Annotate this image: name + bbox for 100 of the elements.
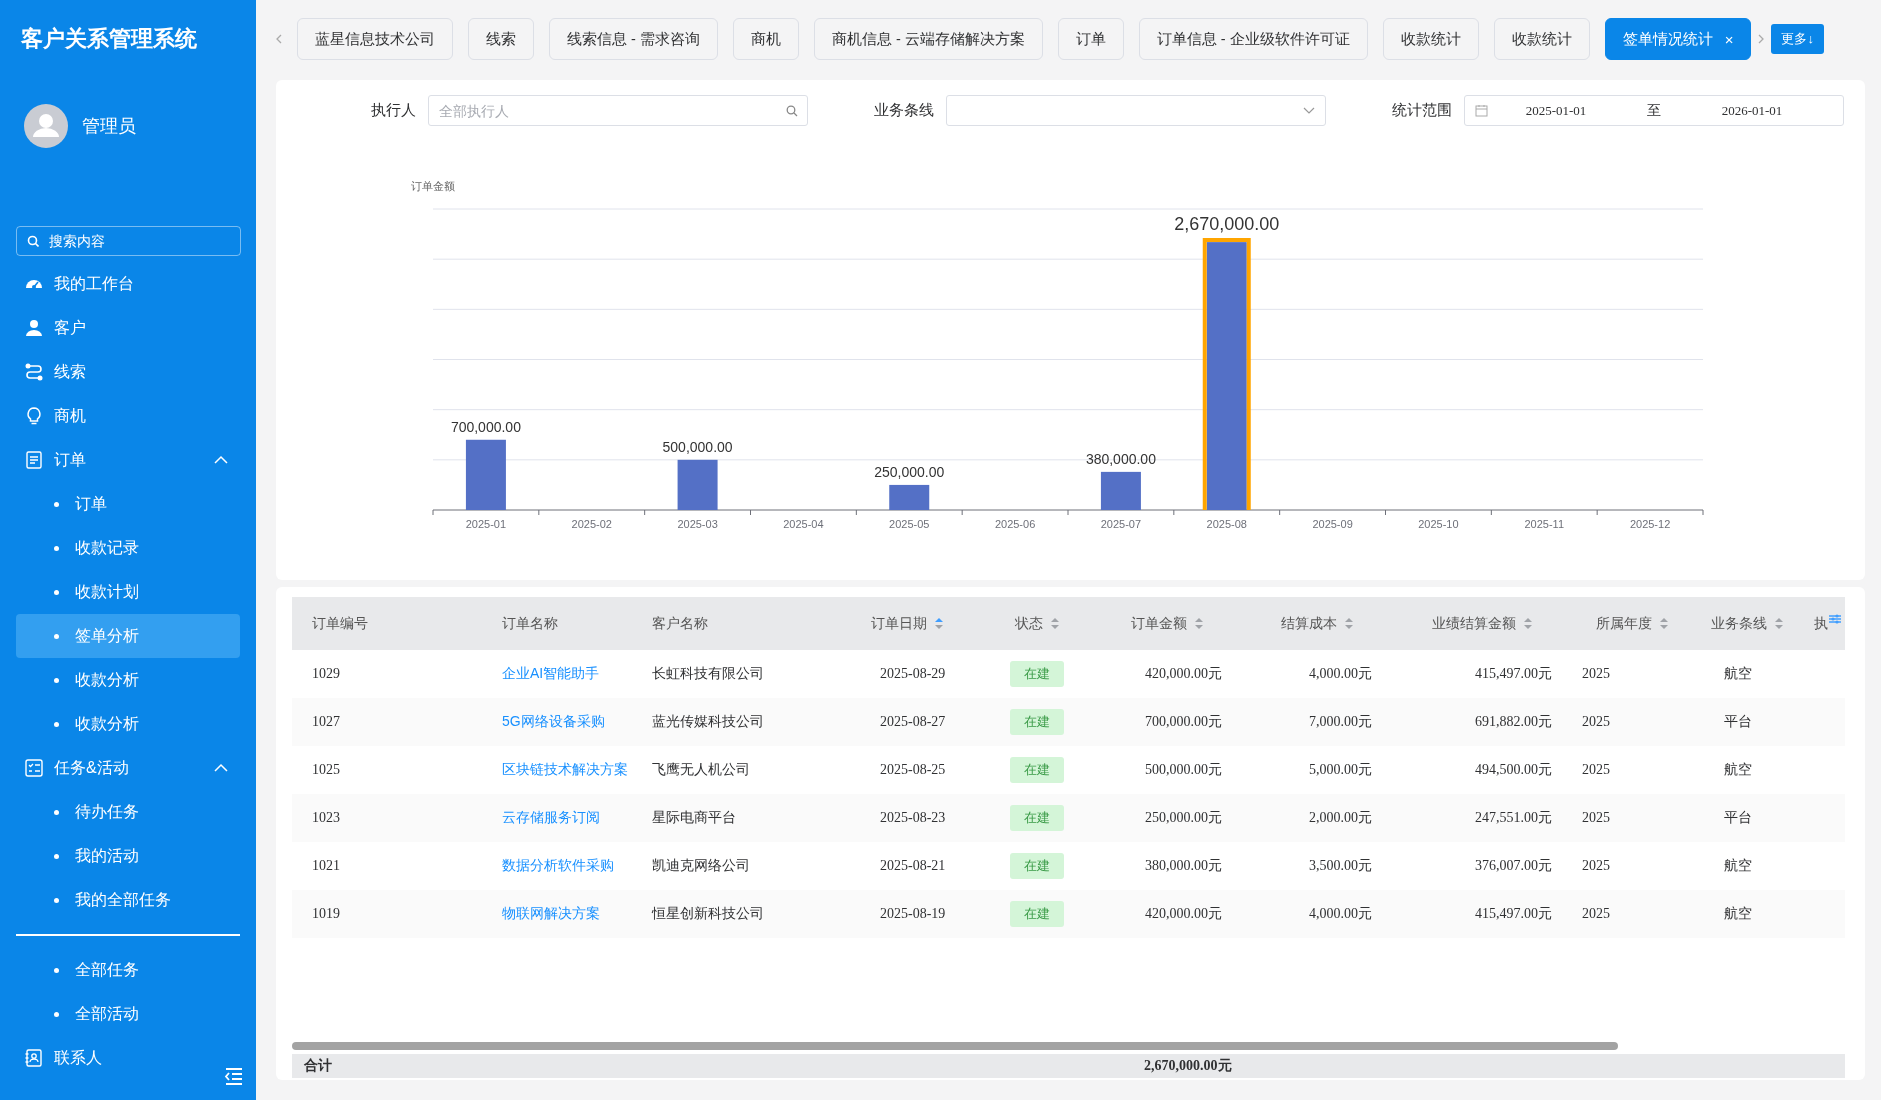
table-cell-text: 250,000.00元 — [1144, 809, 1223, 827]
submenu-item[interactable]: 订单 — [16, 482, 240, 526]
order-link[interactable]: 企业AI智能助手 — [502, 665, 600, 683]
horizontal-scrollbar[interactable] — [292, 1042, 1618, 1050]
sort-icon[interactable] — [1345, 618, 1353, 629]
axis-title: 订单金额 — [411, 180, 455, 192]
tab[interactable]: 商机信息 - 云端存储解决方案 — [813, 18, 1043, 60]
bar[interactable] — [465, 439, 506, 510]
data-label: 2,670,000.00 — [1174, 214, 1280, 235]
sort-icon[interactable] — [1524, 618, 1532, 629]
table-cell-text: 1025 — [311, 761, 341, 779]
collapse-menu-icon[interactable] — [224, 1067, 244, 1086]
tab[interactable]: 收款统计 — [1493, 18, 1590, 60]
table-cell-text: 2025-08-19 — [879, 905, 947, 923]
menu-item[interactable]: 订单 — [16, 438, 240, 482]
chevron-up-icon[interactable] — [214, 455, 228, 465]
axis-label: 2025-01 — [465, 518, 507, 530]
tab[interactable]: 订单信息 - 企业级软件许可证 — [1138, 18, 1368, 60]
axis-label: 2025-11 — [1524, 518, 1565, 530]
scroll-left-icon[interactable] — [276, 34, 282, 44]
submenu-item[interactable]: 收款记录 — [16, 526, 240, 570]
field-label: 执行人 — [370, 101, 416, 120]
table-cell-text: 航空 — [1723, 760, 1753, 779]
order-link[interactable]: 物联网解决方案 — [502, 905, 600, 923]
table-cell-text: 7,000.00元 — [1308, 713, 1373, 731]
axis-label: 2025-10 — [1418, 518, 1459, 530]
status-tag: 在建 — [1010, 757, 1064, 783]
tab[interactable]: 线索信息 - 需求咨询 — [549, 18, 718, 60]
order-link[interactable]: 云存储服务订阅 — [502, 809, 600, 827]
column-header[interactable]: 订单日期 — [832, 597, 982, 650]
table-cell-text: 星际电商平台 — [651, 808, 737, 827]
sort-icon[interactable] — [1195, 618, 1203, 629]
order-link[interactable]: 区块链技术解决方案 — [502, 761, 628, 779]
table-cell-text: 长虹科技有限公司 — [651, 664, 765, 683]
more-button[interactable]: 更多↓ — [1771, 24, 1824, 54]
menu-item[interactable]: 我的工作台 — [16, 262, 240, 306]
tab[interactable]: 线索 — [468, 18, 534, 60]
sort-icon[interactable] — [935, 618, 943, 629]
submenu-item[interactable]: 我的全部任务 — [16, 878, 240, 922]
tab[interactable]: 蓝星信息技术公司 — [297, 18, 453, 60]
contact-card-icon — [24, 1048, 44, 1068]
menu-item[interactable]: 联系人 — [16, 1036, 240, 1080]
table-cell-text: 691,882.00元 — [1474, 713, 1553, 731]
table-cell-text: 376,007.00元 — [1474, 857, 1553, 875]
field-label: 业务条线 — [873, 101, 934, 120]
submenu-item[interactable]: 我的活动 — [16, 834, 240, 878]
column-header: 执 — [1802, 597, 1845, 650]
order-link[interactable]: 数据分析软件采购 — [502, 857, 614, 875]
submenu-item[interactable]: 全部任务 — [16, 948, 240, 992]
submenu-item[interactable]: 签单分析 — [16, 614, 240, 658]
chevron-down-icon — [1303, 107, 1315, 114]
sort-icon[interactable] — [1660, 618, 1668, 629]
bar[interactable] — [889, 484, 930, 510]
table-cell-text: 1029 — [311, 665, 341, 683]
axis-label: 2025-06 — [994, 518, 1036, 530]
submenu-item[interactable]: 待办任务 — [16, 790, 240, 834]
tab[interactable]: 商机 — [732, 18, 799, 60]
chevron-up-icon[interactable] — [214, 763, 228, 773]
calendar-icon — [1475, 104, 1488, 117]
column-header[interactable]: 业务条线 — [1692, 597, 1802, 650]
column-header[interactable]: 所属年度 — [1572, 597, 1692, 650]
order-link[interactable]: 5G网络设备采购 — [502, 713, 605, 731]
submenu-item[interactable]: 收款计划 — [16, 570, 240, 614]
table-cell-text: 415,497.00元 — [1474, 665, 1553, 683]
table-cell-text: 415,497.00元 — [1474, 905, 1553, 923]
menu-item[interactable]: 线索 — [16, 350, 240, 394]
menu-item[interactable]: 商机 — [16, 394, 240, 438]
table-cell-text: 2025 — [1581, 857, 1611, 875]
sort-icon[interactable] — [1051, 618, 1059, 629]
submenu-item[interactable]: 收款分析 — [16, 658, 240, 702]
end-date: 2026-01-01 — [1720, 102, 1784, 119]
bar[interactable] — [1100, 471, 1141, 510]
submenu-item[interactable]: 全部活动 — [16, 992, 240, 1036]
status-tag: 在建 — [1010, 805, 1064, 831]
submenu-item[interactable]: 收款分析 — [16, 702, 240, 746]
bullet-icon — [54, 677, 59, 683]
scroll-right-icon[interactable] — [1758, 34, 1765, 44]
table-cell-text: 4,000.00元 — [1308, 665, 1373, 683]
menu-item[interactable]: 任务&活动 — [16, 746, 240, 790]
tab[interactable]: 订单 — [1057, 18, 1124, 60]
table-cell-text: 1027 — [311, 713, 341, 731]
column-header[interactable]: 结算成本 — [1242, 597, 1392, 650]
column-header[interactable]: 业绩结算金额 — [1392, 597, 1572, 650]
axis-label: 2025-12 — [1629, 518, 1671, 530]
tab[interactable]: 收款统计 — [1382, 18, 1479, 60]
business-line-select[interactable] — [946, 95, 1326, 126]
axis-label: 2025-09 — [1312, 518, 1353, 530]
table-cell-text: 4,000.00元 — [1308, 905, 1373, 923]
column-header[interactable]: 订单金额 — [1092, 597, 1242, 650]
menu-item[interactable]: 客户 — [16, 306, 240, 350]
sort-icon[interactable] — [1775, 618, 1783, 629]
close-tab-icon[interactable]: × — [1724, 30, 1734, 48]
column-settings-icon[interactable] — [1829, 614, 1841, 624]
bar[interactable] — [677, 459, 718, 510]
table-cell-text: 航空 — [1723, 856, 1753, 875]
table-cell-text: 凯迪克网络公司 — [651, 856, 751, 875]
executor-field[interactable]: 全部执行人 — [428, 95, 808, 126]
date-range-field[interactable]: 2025-01-01 至 2026-01-01 — [1464, 95, 1844, 126]
column-header[interactable]: 状态 — [982, 597, 1092, 650]
tab[interactable]: 签单情况统计 × — [1604, 18, 1752, 60]
